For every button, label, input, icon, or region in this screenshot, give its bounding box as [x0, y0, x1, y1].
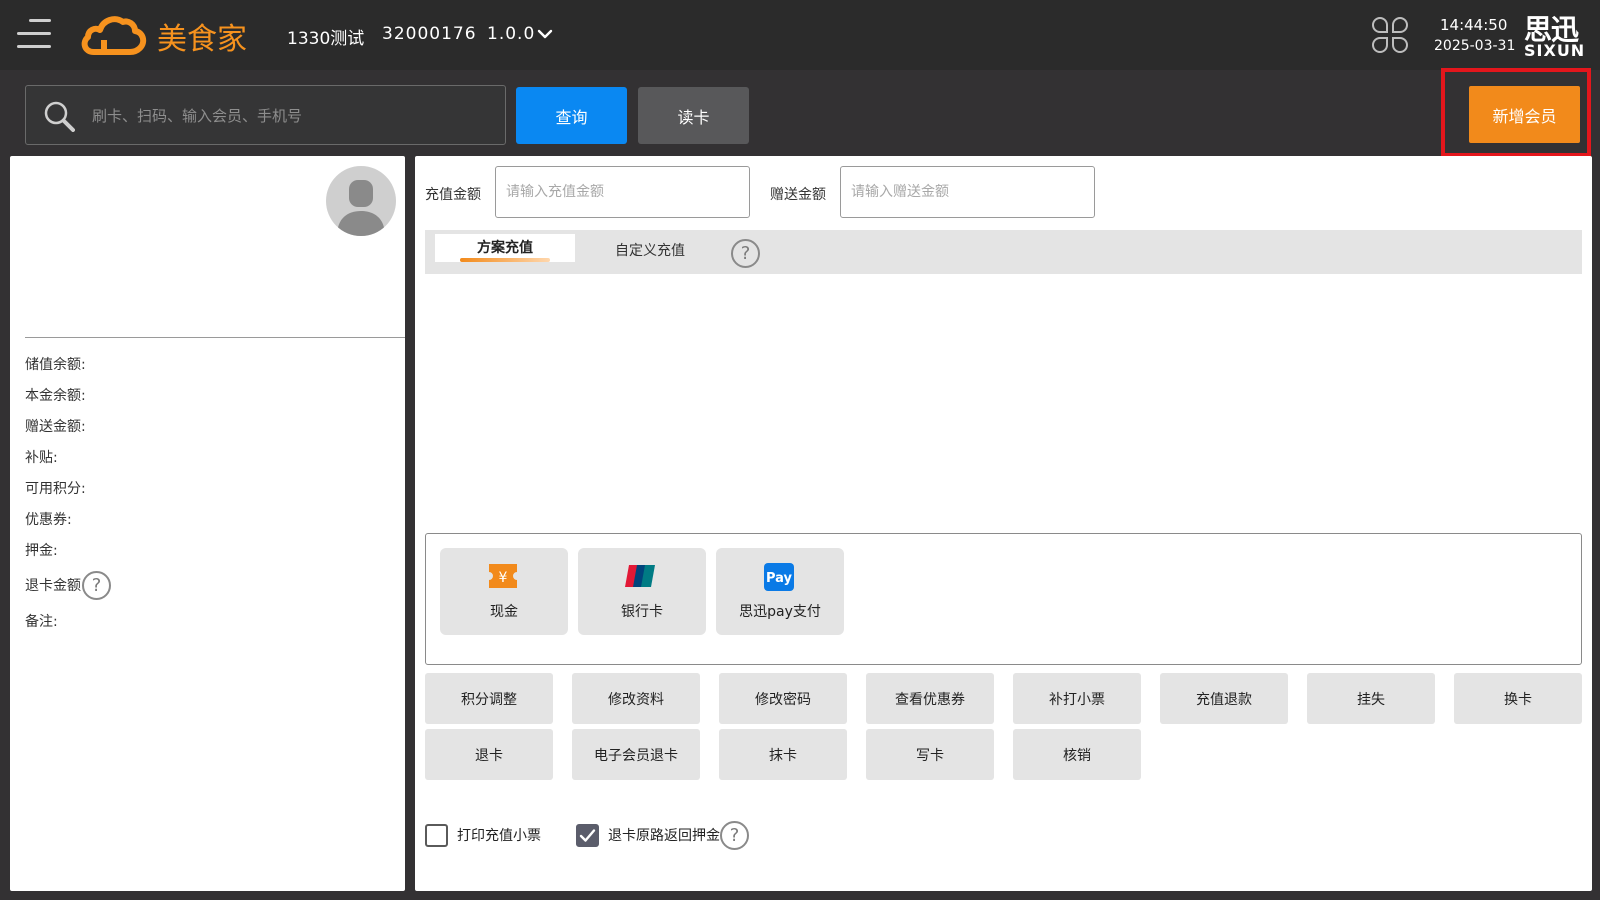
sixun-pay-icon: Pay — [764, 563, 794, 591]
tab-plan-recharge-label: 方案充值 — [477, 240, 533, 256]
divider — [25, 337, 405, 338]
search-input[interactable] — [92, 103, 482, 129]
replace-card-button[interactable]: 换卡 — [1454, 673, 1582, 724]
apps-grid-icon[interactable] — [1371, 16, 1409, 54]
pay-bank-card-label: 银行卡 — [621, 604, 663, 620]
pay-bank-card-button[interactable]: 银行卡 — [578, 548, 706, 635]
report-loss-button[interactable]: 挂失 — [1307, 673, 1435, 724]
print-receipt-option[interactable]: 打印充值小票 — [425, 822, 541, 848]
erase-card-button[interactable]: 抹卡 — [719, 729, 847, 780]
e-member-return-button[interactable]: 电子会员退卡 — [572, 729, 700, 780]
top-bar: 美食家 1330测试 32000176 1.0.0 14:44:50 2025-… — [0, 0, 1600, 70]
clock-date: 2025-03-31 — [1434, 38, 1516, 54]
checkmark-icon — [579, 828, 596, 842]
refund-deposit-option[interactable]: 退卡原路返回押金 ? — [576, 820, 749, 850]
refund-deposit-checkbox[interactable] — [576, 823, 599, 847]
cloud-logo-icon — [81, 16, 147, 55]
brand-name: 美食家 — [157, 22, 247, 57]
tab-custom-recharge[interactable]: 自定义充值 — [615, 240, 685, 260]
refund-deposit-label: 退卡原路返回押金 — [608, 828, 720, 844]
verify-button[interactable]: 核销 — [1013, 729, 1141, 780]
info-subsidy: 补贴: — [25, 449, 58, 466]
write-card-button[interactable]: 写卡 — [866, 729, 994, 780]
svg-text:¥: ¥ — [499, 570, 508, 586]
print-receipt-label: 打印充值小票 — [457, 828, 541, 844]
pay-sixun-pay-label: 思迅pay支付 — [739, 604, 821, 620]
read-card-button[interactable]: 读卡 — [638, 87, 749, 144]
menu-icon[interactable] — [17, 17, 53, 51]
query-button[interactable]: 查询 — [516, 87, 627, 144]
reprint-receipt-button[interactable]: 补打小票 — [1013, 673, 1141, 724]
avatar — [326, 166, 396, 236]
payment-methods: ¥ 现金 银行卡 Pay 思迅pay支付 — [425, 533, 1582, 665]
view-coupons-button[interactable]: 查看优惠券 — [866, 673, 994, 724]
info-coupons: 优惠券: — [25, 511, 72, 528]
avatar-user-icon — [337, 180, 385, 236]
gift-amount-label: 赠送金额 — [770, 187, 826, 203]
return-card-button[interactable]: 退卡 — [425, 729, 553, 780]
help-icon[interactable]: ? — [82, 570, 111, 600]
vendor-logo-en: SIXUN — [1524, 41, 1586, 60]
help-icon[interactable]: ? — [731, 239, 760, 268]
add-member-button[interactable]: 新增会员 — [1469, 86, 1580, 143]
info-stored-balance: 储值余额: — [25, 356, 86, 373]
tab-underline — [460, 258, 550, 262]
search-icon — [44, 101, 75, 132]
store-code: 32000176 — [382, 24, 477, 44]
recharge-tabs: 方案充值 自定义充值 ? — [425, 230, 1582, 274]
pay-sixun-pay-button[interactable]: Pay 思迅pay支付 — [716, 548, 844, 635]
member-info-panel: 储值余额: 本金余额: 赠送金额: 补贴: 可用积分: 优惠券: 押金: 退卡金… — [10, 156, 405, 891]
print-receipt-checkbox[interactable] — [425, 823, 448, 847]
points-adjust-button[interactable]: 积分调整 — [425, 673, 553, 724]
unionpay-icon — [625, 565, 655, 587]
pay-cash-label: 现金 — [490, 604, 518, 620]
recharge-amount-label: 充值金额 — [425, 187, 481, 203]
recharge-amount-input[interactable] — [495, 166, 750, 218]
info-deposit: 押金: — [25, 542, 58, 559]
clock-time: 14:44:50 — [1440, 16, 1508, 34]
edit-profile-button[interactable]: 修改资料 — [572, 673, 700, 724]
version-label[interactable]: 1.0.0 — [487, 24, 535, 44]
member-info-list: 储值余额: 本金余额: 赠送金额: 补贴: 可用积分: 优惠券: 押金: 退卡金… — [25, 348, 111, 636]
info-gift-amount: 赠送金额: — [25, 418, 86, 435]
info-points: 可用积分: — [25, 480, 86, 497]
recharge-panel: 充值金额 赠送金额 方案充值 自定义充值 ? ¥ 现金 银行卡 — [415, 156, 1592, 891]
cash-icon: ¥ — [489, 564, 517, 588]
search-box — [25, 85, 506, 145]
info-principal-balance: 本金余额: — [25, 387, 86, 404]
tab-plan-recharge[interactable]: 方案充值 — [435, 234, 575, 262]
help-icon[interactable]: ? — [720, 820, 749, 850]
gift-amount-input[interactable] — [840, 166, 1095, 218]
info-refund-amount-row: 退卡金额 ? — [25, 565, 111, 605]
info-refund-amount: 退卡金额 — [25, 578, 81, 594]
info-remark: 备注: — [25, 613, 58, 630]
chevron-down-icon[interactable] — [537, 27, 553, 41]
svg-text:Pay: Pay — [766, 571, 793, 586]
pay-cash-button[interactable]: ¥ 现金 — [440, 548, 568, 635]
change-password-button[interactable]: 修改密码 — [719, 673, 847, 724]
recharge-refund-button[interactable]: 充值退款 — [1160, 673, 1288, 724]
store-name: 1330测试 — [287, 29, 365, 49]
